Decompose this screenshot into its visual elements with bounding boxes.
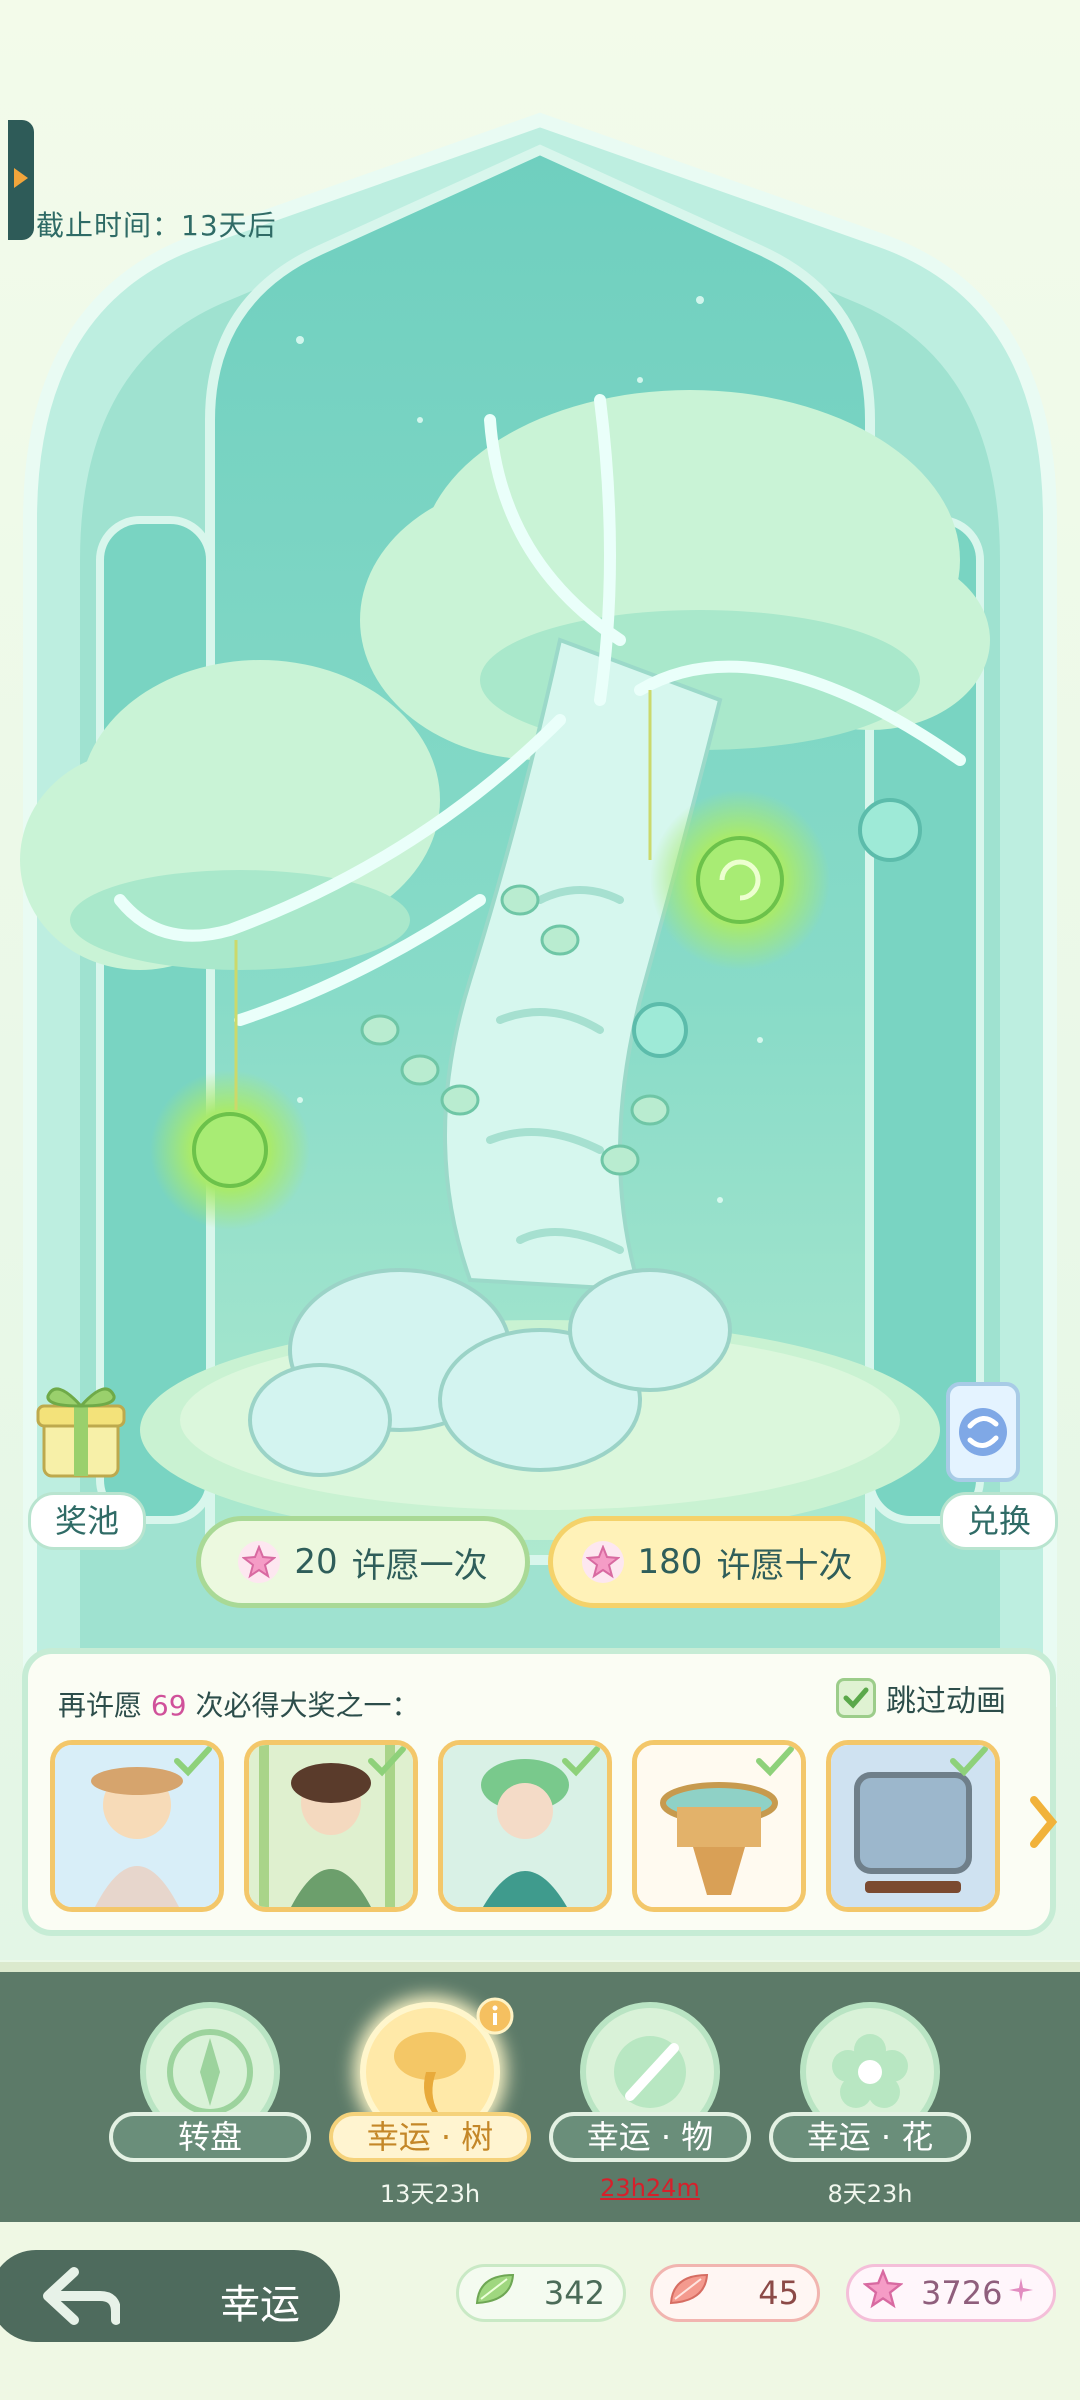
nav-item-lucky-flower[interactable]: 幸运 · 花 8天23h	[765, 2002, 975, 2212]
guarantee-count: 69	[150, 1689, 187, 1722]
skip-animation-label: 跳过动画	[886, 1684, 1006, 1719]
nav-time-lucky-tree: 13天23h	[379, 2180, 481, 2208]
reward-card-outfit-3[interactable]	[438, 1740, 612, 1912]
page-title: 幸运	[220, 2282, 300, 2328]
wish-once-label: 许愿一次	[351, 1545, 488, 1586]
next-arrow-icon[interactable]	[1028, 1794, 1058, 1854]
exchange-label[interactable]: 兑换	[940, 1492, 1058, 1550]
bottom-nav: 转盘 幸运 · 树 13天23h 幸运 · 物 23h24m 幸运 · 花 8天…	[0, 1972, 1080, 2222]
currency-red-leaf[interactable]: 45	[650, 2264, 820, 2322]
nav-time-lucky-item: 23h24m	[600, 2174, 700, 2202]
nav-item-lucky-item[interactable]: 幸运 · 物 23h24m	[545, 2002, 755, 2212]
deadline-text: 截止时间：13天后	[36, 209, 277, 242]
star-currency-icon	[862, 2268, 904, 2317]
owned-check-icon	[173, 1745, 213, 1783]
star-currency-icon	[581, 1541, 624, 1583]
nav-item-lucky-tree[interactable]: 幸运 · 树 13天23h	[325, 1997, 535, 2212]
owned-check-icon	[949, 1745, 989, 1783]
reward-card-basket-furniture[interactable]	[632, 1740, 806, 1912]
wish-ten-button[interactable]: 180 许愿十次	[548, 1516, 886, 1608]
wish-once-button[interactable]: 20 许愿一次	[196, 1516, 530, 1608]
info-icon[interactable]	[475, 1996, 515, 2040]
nav-label-lucky-tree: 幸运 · 树	[329, 2112, 531, 2162]
expand-arrow-icon	[14, 168, 28, 188]
checkbox-checked-icon[interactable]	[836, 1678, 876, 1718]
guarantee-prefix: 再许愿	[58, 1689, 143, 1722]
reward-card-outfit-2[interactable]	[244, 1740, 418, 1912]
currency-star[interactable]: 3726	[846, 2264, 1056, 2322]
nav-item-wheel[interactable]: 转盘	[105, 2002, 315, 2212]
owned-check-icon	[561, 1745, 601, 1783]
nav-label-lucky-flower: 幸运 · 花	[769, 2112, 971, 2162]
reward-card-photo-frame[interactable]	[826, 1740, 1000, 1912]
owned-check-icon	[367, 1745, 407, 1783]
add-sparkle-icon[interactable]	[1007, 2274, 1035, 2312]
red-leaf-amount: 45	[758, 2274, 799, 2312]
star-amount: 3726	[921, 2274, 1003, 2312]
currency-leaf[interactable]: 342	[456, 2264, 626, 2322]
nav-time-lucky-flower: 8天23h	[827, 2180, 913, 2208]
reward-panel: 再许愿 69 次必得大奖之一： 跳过动画	[22, 1648, 1058, 1936]
prize-pool-label[interactable]: 奖池	[28, 1492, 146, 1550]
back-arrow-icon[interactable]	[40, 2264, 121, 2332]
exchange-card-icon[interactable]	[928, 1378, 1038, 1488]
reward-card-outfit-1[interactable]	[50, 1740, 224, 1912]
green-leaf-icon	[473, 2271, 517, 2315]
red-leaf-icon	[667, 2271, 711, 2315]
wish-ten-cost: 180	[637, 1542, 703, 1582]
nav-label-lucky-item: 幸运 · 物	[549, 2112, 751, 2162]
guarantee-suffix: 次必得大奖之一：	[195, 1689, 420, 1722]
leaf-amount: 342	[543, 2274, 605, 2312]
skip-animation-toggle[interactable]: 跳过动画	[836, 1676, 1006, 1720]
nav-label-wheel: 转盘	[109, 2112, 311, 2162]
owned-check-icon	[755, 1745, 795, 1783]
wish-ten-label: 许愿十次	[716, 1545, 853, 1586]
gift-box-icon[interactable]	[26, 1372, 136, 1482]
star-currency-icon	[238, 1541, 281, 1583]
guarantee-text: 再许愿 69 次必得大奖之一：	[58, 1684, 419, 1724]
wish-once-cost: 20	[294, 1542, 338, 1582]
